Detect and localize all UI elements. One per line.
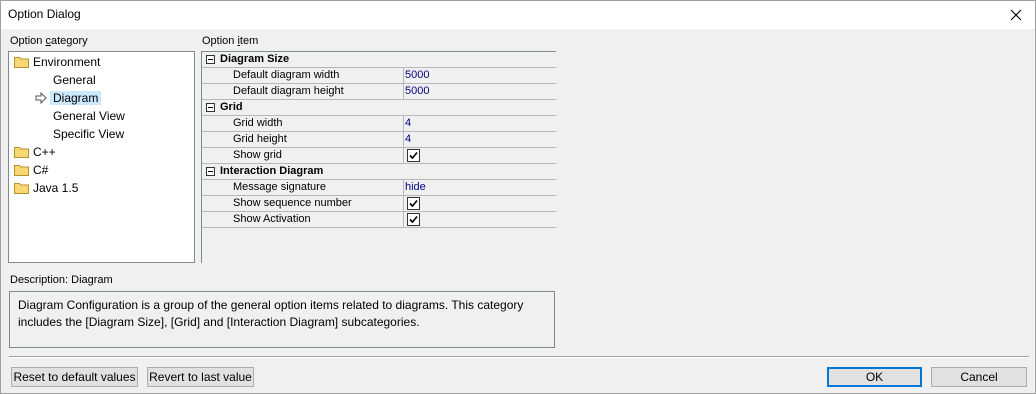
property-row-grid-width[interactable]: Grid width 4 (202, 116, 556, 132)
separator (9, 356, 1029, 358)
property-row-show-activation[interactable]: Show Activation (202, 212, 556, 228)
revert-to-last-value-button[interactable]: Revert to last value (147, 367, 254, 387)
property-grid[interactable]: Diagram Size Default diagram width 5000 … (201, 51, 556, 263)
option-item-label: Option item (202, 35, 259, 47)
title-bar[interactable]: Option Dialog (1, 1, 1035, 29)
value-cell[interactable]: hide (403, 180, 556, 195)
property-row-show-grid[interactable]: Show grid (202, 148, 556, 164)
tree-item-specific-view[interactable]: Specific View (53, 126, 124, 143)
value-cell[interactable] (403, 212, 556, 227)
category-tree[interactable]: Environment General Diagram General View… (8, 51, 195, 263)
tree-item-general[interactable]: General (53, 72, 96, 89)
show-sequence-number-checkbox[interactable] (407, 197, 420, 210)
value-cell[interactable] (403, 148, 556, 163)
property-row-default-height[interactable]: Default diagram height 5000 (202, 84, 556, 100)
checkmark-icon (409, 151, 418, 160)
option-dialog-window: Option Dialog Option category Option ite… (0, 0, 1036, 394)
description-line-2: includes the [Diagram Size], [Grid] and … (18, 315, 420, 329)
value-cell[interactable] (403, 196, 556, 211)
collapse-icon[interactable] (206, 103, 215, 112)
tree-item-environment[interactable]: Environment (14, 54, 100, 71)
window-title: Option Dialog (8, 7, 81, 21)
checkmark-icon (409, 215, 418, 224)
folder-icon (14, 165, 29, 176)
property-row-show-sequence-number[interactable]: Show sequence number (202, 196, 556, 212)
tree-item-java[interactable]: Java 1.5 (14, 180, 78, 197)
close-icon (1010, 9, 1022, 21)
tree-item-general-view[interactable]: General View (53, 108, 125, 125)
property-row-default-width[interactable]: Default diagram width 5000 (202, 68, 556, 84)
tree-item-cpp[interactable]: C++ (14, 144, 56, 161)
property-row-message-signature[interactable]: Message signature hide (202, 180, 556, 196)
description-label: Description: Diagram (10, 274, 113, 286)
arrow-right-icon (35, 92, 47, 104)
ok-button[interactable]: OK (827, 367, 922, 387)
collapse-icon[interactable] (206, 167, 215, 176)
collapse-icon[interactable] (206, 55, 215, 64)
folder-icon (14, 183, 29, 194)
category-row-grid[interactable]: Grid (202, 100, 556, 116)
tree-item-csharp[interactable]: C# (14, 162, 48, 179)
cancel-button[interactable]: Cancel (931, 367, 1027, 387)
close-button[interactable] (1007, 6, 1025, 24)
folder-icon (14, 147, 29, 158)
category-row-diagram-size[interactable]: Diagram Size (202, 52, 556, 68)
checkmark-icon (409, 199, 418, 208)
category-row-interaction-diagram[interactable]: Interaction Diagram (202, 164, 556, 180)
tree-item-diagram[interactable]: Diagram (34, 90, 102, 107)
value-cell[interactable]: 5000 (403, 68, 556, 83)
value-cell[interactable]: 5000 (403, 84, 556, 99)
value-cell[interactable]: 4 (403, 132, 556, 147)
property-row-grid-height[interactable]: Grid height 4 (202, 132, 556, 148)
show-activation-checkbox[interactable] (407, 213, 420, 226)
value-cell[interactable]: 4 (403, 116, 556, 131)
description-box: Diagram Configuration is a group of the … (9, 291, 555, 348)
folder-icon (14, 57, 29, 68)
show-grid-checkbox[interactable] (407, 149, 420, 162)
reset-to-default-button[interactable]: Reset to default values (11, 367, 138, 387)
option-category-label: Option category (10, 35, 88, 47)
description-line-1: Diagram Configuration is a group of the … (18, 298, 524, 312)
